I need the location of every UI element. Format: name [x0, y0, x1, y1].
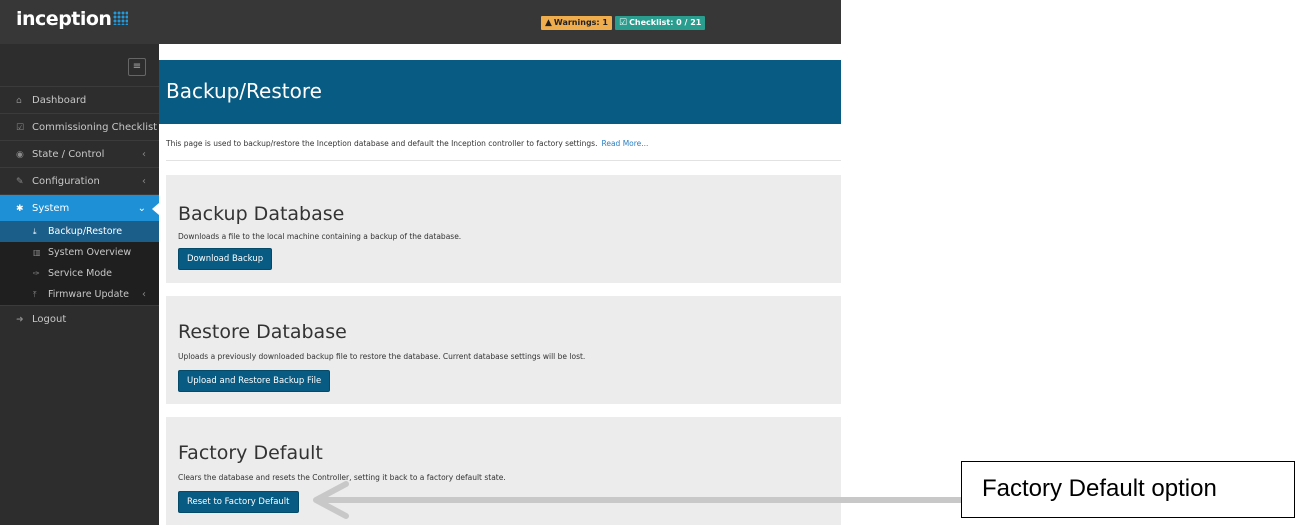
bar-chart-icon: ▥ [33, 248, 41, 257]
sidebar-item-label: System [32, 203, 70, 214]
warnings-label: Warnings: 1 [553, 18, 608, 27]
backup-database-title: Backup Database [178, 203, 345, 225]
backup-database-panel: Backup Database Downloads a file to the … [166, 175, 841, 283]
home-icon: ⌂ [16, 96, 22, 106]
sidebar-item-system[interactable]: ✱ System ⌄ [0, 194, 159, 221]
sidebar-menu: ⌂ Dashboard ☑ Commissioning Checklist ◉ Sta… [0, 86, 159, 332]
chevron-left-icon: ‹ [142, 289, 146, 300]
annotation-arrow [313, 481, 962, 519]
sidebar-item-commissioning-checklist[interactable]: ☑ Commissioning Checklist [0, 113, 159, 140]
intro-text: This page is used to backup/restore the … [166, 139, 598, 148]
warnings-badge[interactable]: ▲ Warnings: 1 [541, 16, 612, 30]
upload-restore-button[interactable]: Upload and Restore Backup File [178, 370, 331, 392]
callout-label: Factory Default option [982, 475, 1217, 502]
sidebar-item-label: Logout [32, 314, 67, 325]
sidebar-item-configuration[interactable]: ✎ Configuration ‹ [0, 167, 159, 194]
page-intro: This page is used to backup/restore the … [166, 139, 648, 148]
sidebar-subitem-label: Service Mode [48, 268, 113, 279]
active-caret [152, 203, 159, 215]
divider [166, 160, 841, 161]
sidebar-subitem-label: Backup/Restore [48, 226, 123, 237]
chevron-left-icon: ‹ [142, 176, 146, 187]
top-bar: inception ▲ Warnings: 1 ☑ Checklist: 0 / 2… [0, 0, 841, 44]
wrench-icon: ✑ [33, 269, 40, 278]
sidebar: ≡ ⌂ Dashboard ☑ Commissioning Checklist ◉ S… [0, 44, 159, 525]
sidebar-subitem-backup-restore[interactable]: ⤓ Backup/Restore [0, 221, 159, 242]
restore-database-title: Restore Database [178, 321, 347, 343]
restore-database-description: Uploads a previously downloaded backup f… [178, 352, 586, 361]
logo-dots-icon [113, 11, 129, 25]
eye-icon: ◉ [16, 150, 24, 160]
read-more-link[interactable]: Read More... [601, 139, 648, 148]
page-title: Backup/Restore [166, 79, 322, 103]
chevron-left-icon: ‹ [142, 149, 146, 160]
gear-icon: ✱ [16, 204, 24, 214]
chevron-down-icon: ⌄ [137, 203, 146, 214]
app-root: inception ▲ Warnings: 1 ☑ Checklist: 0 / 2… [0, 0, 1298, 525]
sidebar-subitem-service-mode[interactable]: ✑ Service Mode [0, 263, 159, 284]
sidebar-item-label: Configuration [32, 176, 100, 187]
upload-icon: ⤒ [33, 290, 37, 299]
edit-icon: ✎ [16, 177, 24, 187]
sidebar-subitem-firmware-update[interactable]: ⤒ Firmware Update ‹ [0, 284, 159, 305]
sidebar-subitem-system-overview[interactable]: ▥ System Overview [0, 242, 159, 263]
checklist-badge[interactable]: ☑ Checklist: 0 / 21 [614, 16, 706, 30]
checklist-icon: ☑ [16, 123, 25, 133]
annotation-callout: Factory Default option [961, 461, 1295, 518]
sidebar-item-label: Commissioning Checklist [32, 122, 158, 133]
inception-logo[interactable]: inception [16, 8, 129, 30]
status-badges: ▲ Warnings: 1 ☑ Checklist: 0 / 21 [541, 16, 706, 30]
reset-factory-default-button[interactable]: Reset to Factory Default [178, 491, 299, 513]
download-icon: ⤓ [33, 227, 37, 236]
logo-text: inception [16, 8, 112, 30]
warning-icon: ▲ [545, 18, 552, 28]
checklist-label: Checklist: 0 / 21 [629, 18, 702, 27]
sidebar-item-state-control[interactable]: ◉ State / Control ‹ [0, 140, 159, 167]
sidebar-item-label: Dashboard [32, 95, 87, 106]
sidebar-item-label: State / Control [32, 149, 105, 160]
restore-database-panel: Restore Database Uploads a previously do… [166, 296, 841, 404]
sidebar-item-logout[interactable]: ➜ Logout [0, 305, 159, 332]
factory-default-title: Factory Default [178, 442, 323, 464]
sidebar-subitem-label: System Overview [48, 247, 132, 258]
sidebar-toggle-button[interactable]: ≡ [128, 58, 146, 76]
hamburger-icon: ≡ [132, 61, 142, 72]
system-submenu: ⤓ Backup/Restore ▥ System Overview ✑ Servic… [0, 221, 159, 305]
checkbox-icon: ☑ [618, 18, 628, 28]
download-backup-button[interactable]: Download Backup [178, 248, 273, 270]
backup-database-description: Downloads a file to the local machine co… [178, 232, 462, 241]
sidebar-subitem-label: Firmware Update [48, 289, 129, 300]
sidebar-item-dashboard[interactable]: ⌂ Dashboard [0, 86, 159, 113]
logout-icon: ➜ [16, 315, 24, 325]
page-header: Backup/Restore [159, 60, 841, 124]
